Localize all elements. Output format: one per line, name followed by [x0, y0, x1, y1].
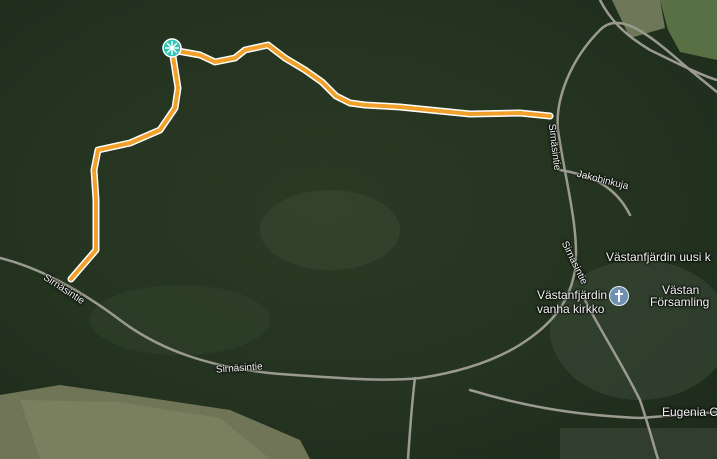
place-label-eugenia[interactable]: Eugenia C [662, 406, 717, 419]
map-view[interactable]: Sirnäsintie Sirnäsintie Sirnäsintie Sirn… [0, 0, 717, 459]
place-label-vanha-kirkko[interactable]: vanha kirkko [537, 303, 604, 316]
place-label-vastanfjardin-uusi[interactable]: Västanfjärdin uusi k [606, 251, 711, 264]
place-label-forsamling[interactable]: Församling [650, 296, 709, 309]
route-track [67, 38, 554, 283]
start-marker-icon[interactable] [162, 38, 182, 58]
church-icon[interactable] [609, 286, 629, 306]
place-label-vanha-kirkko[interactable]: Västanfjärdin [537, 289, 607, 302]
